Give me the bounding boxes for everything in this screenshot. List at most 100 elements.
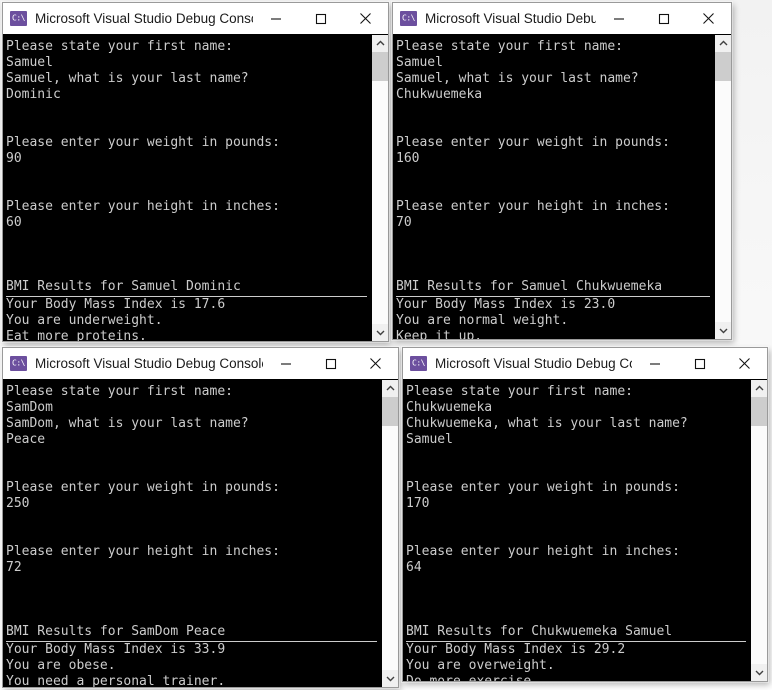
console-heading-line: BMI Results for Samuel Chukwuemeka — [396, 279, 710, 297]
scrollbar-track[interactable] — [372, 52, 388, 324]
window-controls — [253, 3, 388, 34]
scrollbar-track[interactable] — [751, 397, 767, 664]
console-line: Chukwuemeka — [396, 87, 483, 102]
scrollbar-thumb[interactable] — [715, 52, 731, 81]
console-line: Eat more proteins. — [6, 329, 147, 341]
console-line: Please enter your height in inches: — [396, 199, 670, 214]
console-app-icon: C:\ — [400, 11, 417, 26]
console-area[interactable]: Please state your first name: Samuel Samue… — [393, 34, 731, 339]
close-button[interactable] — [686, 3, 731, 34]
window-controls — [263, 348, 398, 379]
console-line: Samuel — [396, 55, 443, 70]
titlebar[interactable]: C:\ Microsoft Visual Studio Debug Consol… — [3, 348, 398, 379]
console-line: Please enter your height in inches: — [6, 544, 280, 559]
console-line: Please state your first name: — [6, 39, 233, 54]
console-line: SamDom, what is your last name? — [6, 416, 249, 431]
console-line: Dominic — [6, 87, 61, 102]
console-line: Samuel — [6, 55, 53, 70]
console-icon-glyph: C:\ — [412, 358, 425, 367]
maximize-button[interactable] — [298, 3, 343, 34]
scroll-up-arrow-icon[interactable] — [751, 380, 767, 397]
console-line: 250 — [6, 496, 30, 511]
console-area[interactable]: Please state your first name: Chukwuemeka… — [403, 379, 767, 681]
console-output: Please state your first name: Samuel Samue… — [393, 35, 714, 339]
console-line: 72 — [6, 560, 22, 575]
scroll-up-arrow-icon[interactable] — [715, 35, 731, 52]
window-controls — [596, 3, 731, 34]
console-line: Please enter your weight in pounds: — [6, 135, 280, 150]
console-line: Chukwuemeka, what is your last name? — [406, 416, 688, 431]
window-title: Microsoft Visual Studio Debug Console — [35, 356, 263, 371]
console-line: Chukwuemeka — [406, 400, 493, 415]
window-controls — [632, 348, 767, 379]
maximize-button[interactable] — [641, 3, 686, 34]
minimize-button[interactable] — [253, 3, 298, 34]
console-line: Please enter your height in inches: — [406, 544, 680, 559]
console-line: Your Body Mass Index is 17.6 — [6, 297, 226, 312]
console-heading-line: BMI Results for SamDom Peace — [6, 624, 377, 642]
vertical-scrollbar[interactable] — [750, 380, 767, 681]
scroll-down-arrow-icon[interactable] — [382, 670, 398, 687]
vertical-scrollbar[interactable] — [381, 380, 398, 687]
vertical-scrollbar[interactable] — [714, 35, 731, 339]
console-line: Peace — [6, 432, 46, 447]
minimize-button[interactable] — [596, 3, 641, 34]
titlebar[interactable]: C:\ Microsoft Visual Studio Debug Consol… — [3, 3, 388, 34]
close-button[interactable] — [353, 348, 398, 379]
close-button[interactable] — [722, 348, 767, 379]
window-title: Microsoft Visual Studio Debug Console — [35, 11, 253, 26]
scroll-down-arrow-icon[interactable] — [751, 664, 767, 681]
console-line: Your Body Mass Index is 33.9 — [6, 642, 226, 657]
console-window-1[interactable]: C:\ Microsoft Visual Studio Debug Consol… — [2, 2, 389, 342]
scroll-up-arrow-icon[interactable] — [382, 380, 398, 397]
console-line: You need a personal trainer. — [6, 674, 226, 687]
minimize-button[interactable] — [263, 348, 308, 379]
console-line: Please enter your weight in pounds: — [406, 480, 680, 495]
scrollbar-thumb[interactable] — [372, 52, 388, 81]
maximize-button[interactable] — [308, 348, 353, 379]
minimize-button[interactable] — [632, 348, 677, 379]
console-line: Please state your first name: — [396, 39, 623, 54]
scroll-up-arrow-icon[interactable] — [372, 35, 388, 52]
maximize-button[interactable] — [677, 348, 722, 379]
titlebar[interactable]: C:\ Microsoft Visual Studio Debug Co... — [403, 348, 767, 379]
scrollbar-track[interactable] — [715, 52, 731, 322]
console-area[interactable]: Please state your first name: Samuel Samue… — [3, 34, 388, 341]
console-line: You are overweight. — [406, 658, 555, 673]
scroll-down-arrow-icon[interactable] — [715, 322, 731, 339]
console-line: Please enter your weight in pounds: — [396, 135, 670, 150]
scrollbar-thumb[interactable] — [382, 397, 398, 426]
console-area[interactable]: Please state your first name: SamDom SamDo… — [3, 379, 398, 687]
console-window-2[interactable]: C:\ Microsoft Visual Studio Debug... Ple… — [392, 2, 732, 340]
scroll-down-arrow-icon[interactable] — [372, 324, 388, 341]
scrollbar-thumb[interactable] — [751, 397, 767, 426]
console-line: Do more exercise. — [406, 674, 750, 681]
scrollbar-track[interactable] — [382, 397, 398, 670]
console-icon-glyph: C:\ — [402, 13, 415, 22]
console-icon-glyph: C:\ — [12, 13, 25, 22]
titlebar[interactable]: C:\ Microsoft Visual Studio Debug... — [393, 3, 731, 34]
console-app-icon: C:\ — [10, 356, 27, 371]
console-line: 160 — [396, 151, 420, 166]
console-line: Your Body Mass Index is 23.0 — [396, 297, 616, 312]
console-window-3[interactable]: C:\ Microsoft Visual Studio Debug Consol… — [2, 347, 399, 688]
console-line: Samuel — [406, 432, 453, 447]
console-window-4[interactable]: C:\ Microsoft Visual Studio Debug Co... … — [402, 347, 768, 682]
console-line: SamDom — [6, 400, 53, 415]
window-title: Microsoft Visual Studio Debug Co... — [435, 356, 632, 371]
vertical-scrollbar[interactable] — [371, 35, 388, 341]
close-button[interactable] — [343, 3, 388, 34]
